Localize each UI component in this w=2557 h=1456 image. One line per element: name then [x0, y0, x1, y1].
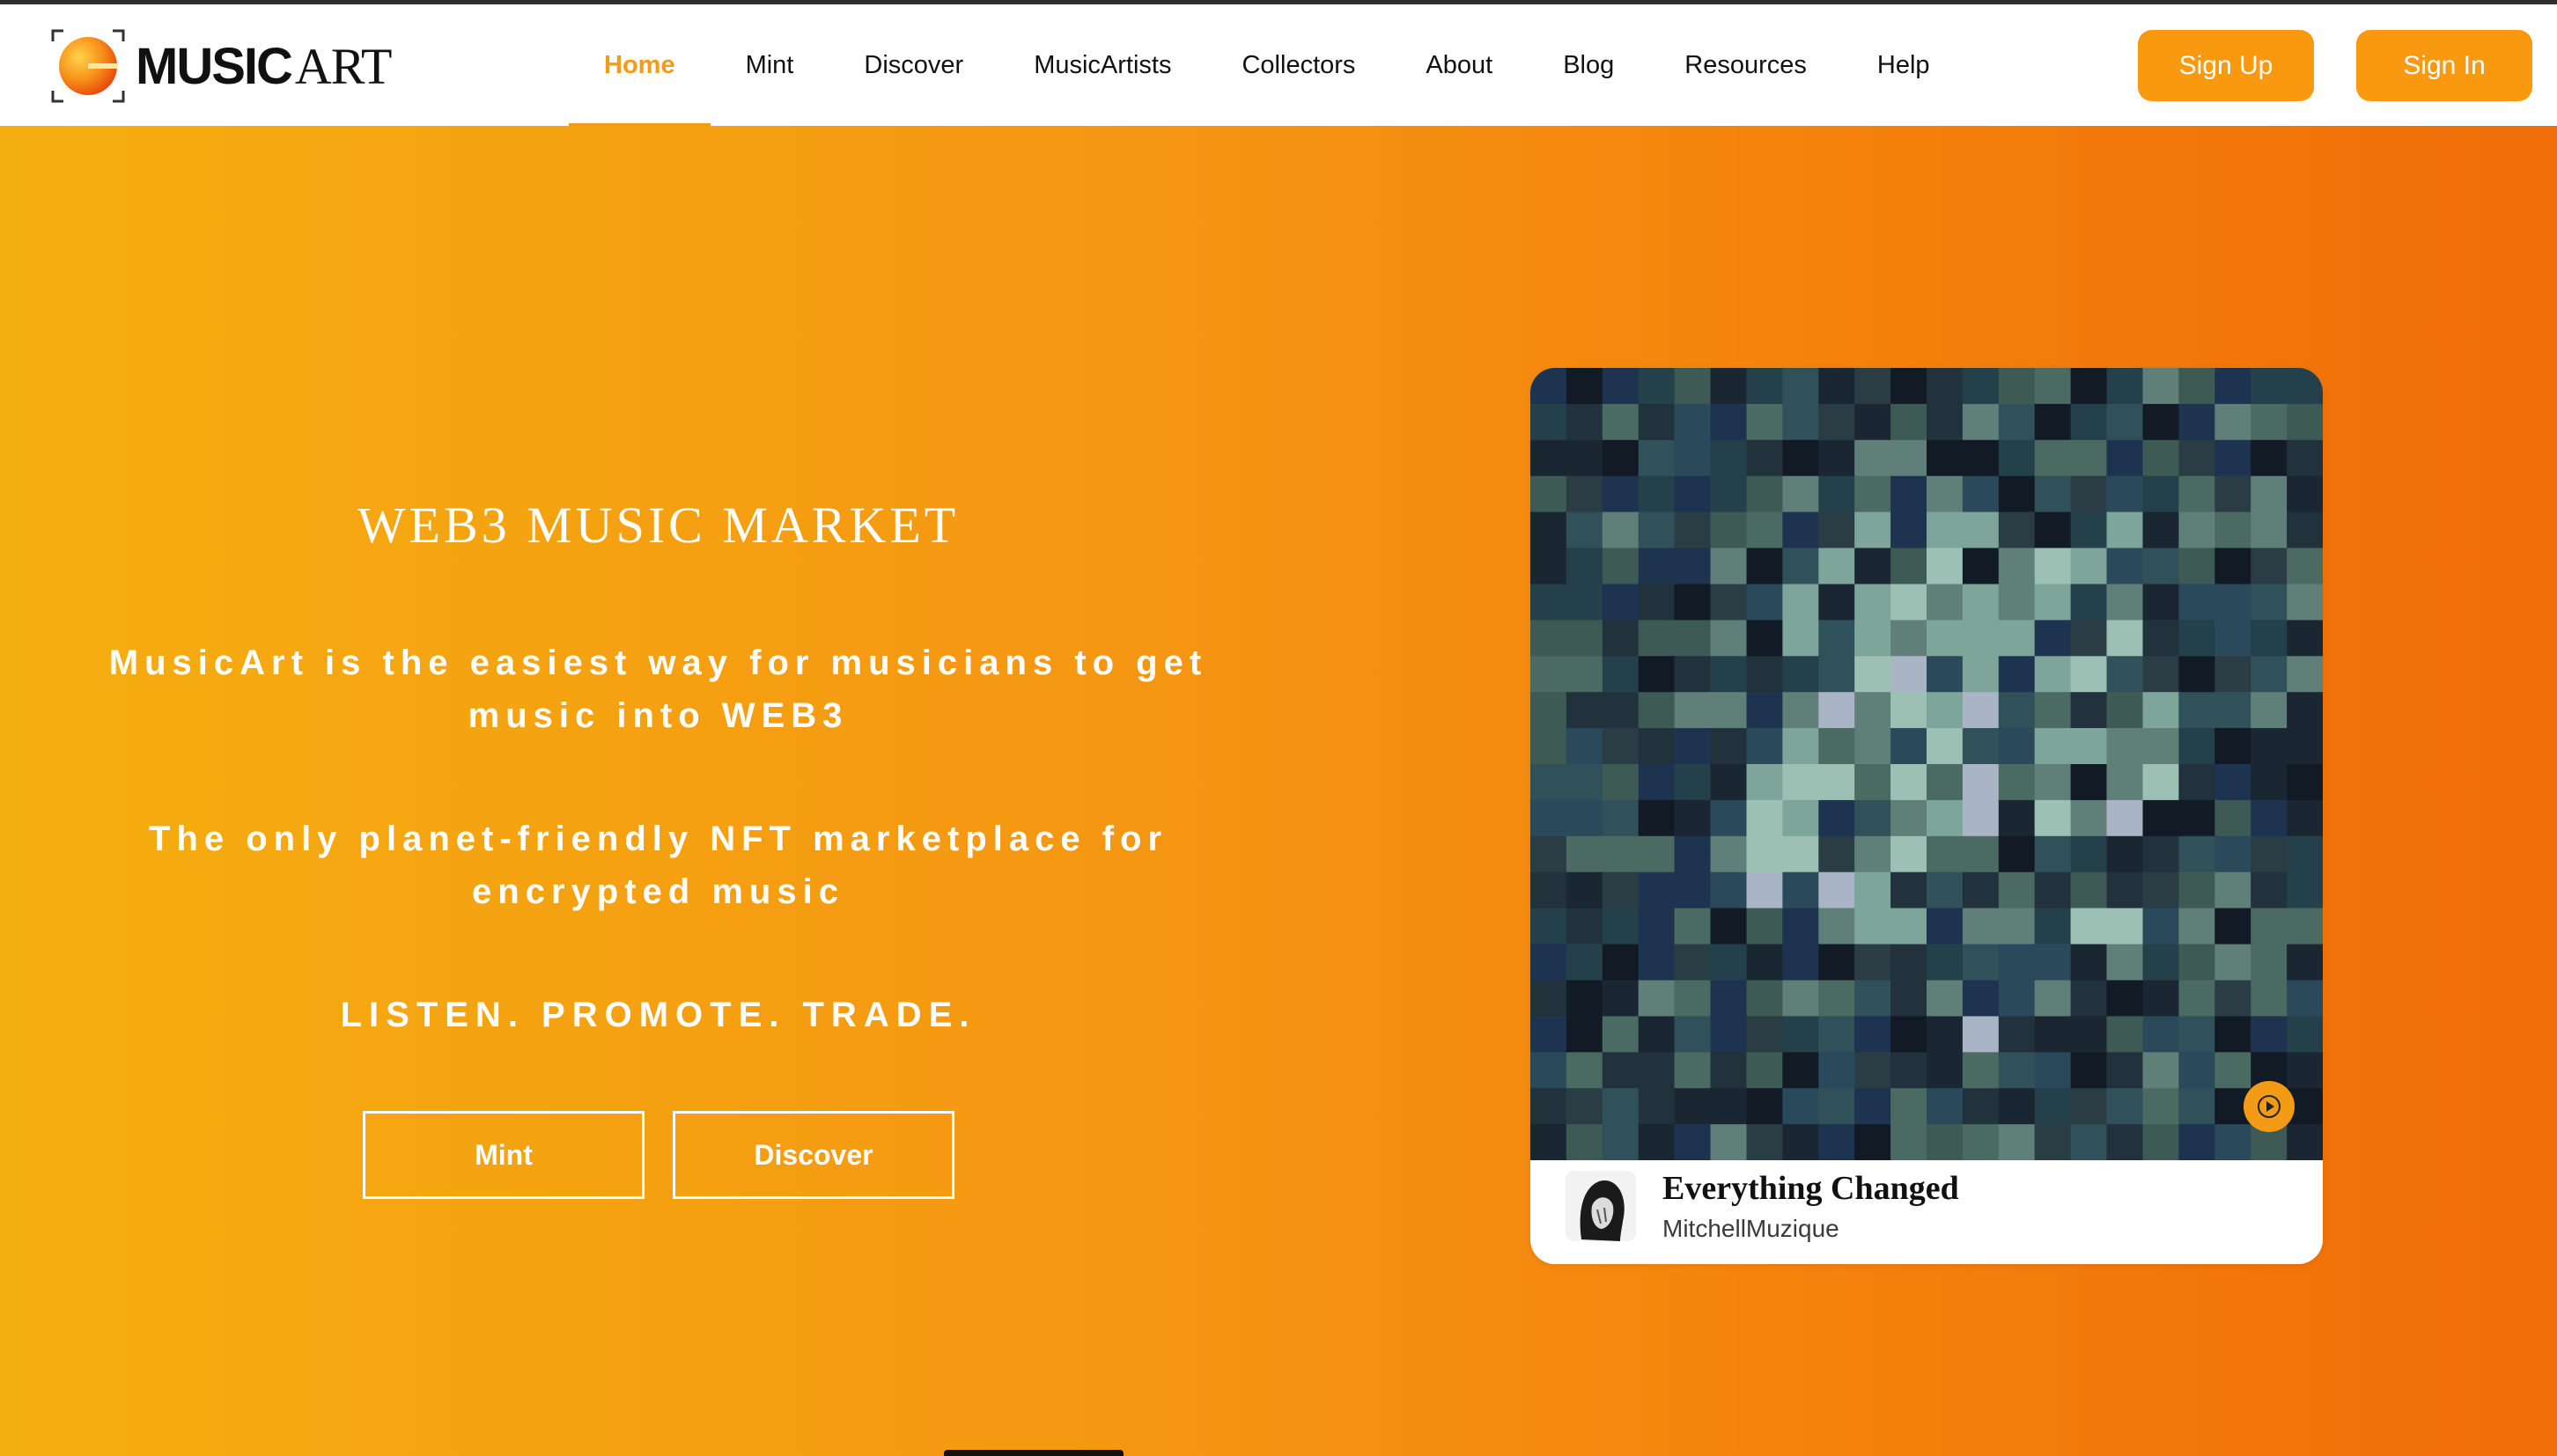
- album-artwork[interactable]: [1530, 368, 2323, 1160]
- track-title[interactable]: Everything Changed: [1662, 1169, 1959, 1208]
- sign-in-button[interactable]: Sign In: [2356, 30, 2532, 101]
- nav-item-collectors[interactable]: Collectors: [1206, 4, 1390, 126]
- scroll-indicator[interactable]: [944, 1450, 1124, 1456]
- nav-item-musicartists[interactable]: MusicArtists: [998, 4, 1206, 126]
- logo-wordmark: MUSIC ART: [136, 37, 393, 96]
- hero-mint-button[interactable]: Mint: [363, 1111, 645, 1199]
- nav-item-home[interactable]: Home: [569, 4, 711, 128]
- artist-avatar[interactable]: [1566, 1171, 1636, 1241]
- logo-text-art: ART: [294, 37, 393, 95]
- play-icon: [2258, 1095, 2281, 1118]
- nav-item-about[interactable]: About: [1390, 4, 1528, 126]
- hero-section: WEB3 MUSIC MARKET MusicArt is the easies…: [0, 126, 2557, 1456]
- site-header: MUSIC ART Home Mint Discover MusicArtist…: [0, 4, 2557, 128]
- featured-track-card[interactable]: Everything Changed MitchellMuzique: [1530, 368, 2323, 1264]
- nav-item-help[interactable]: Help: [1842, 4, 1965, 126]
- hero-lead-2: The only planet-friendly NFT marketplace…: [148, 820, 1168, 911]
- hero-kicker: WEB3 MUSIC MARKET: [357, 496, 960, 554]
- main-nav: Home Mint Discover MusicArtists Collecto…: [569, 4, 1965, 128]
- logo-mark-icon: [51, 29, 125, 103]
- sign-up-button[interactable]: Sign Up: [2138, 30, 2314, 101]
- musicart-logo[interactable]: MUSIC ART: [51, 29, 393, 103]
- nav-item-discover[interactable]: Discover: [829, 4, 998, 126]
- track-info: Everything Changed MitchellMuzique: [1530, 1160, 2323, 1264]
- nav-item-blog[interactable]: Blog: [1528, 4, 1649, 126]
- hero-lead-1: MusicArt is the easiest way for musician…: [108, 643, 1208, 735]
- logo-text-music: MUSIC: [136, 37, 293, 95]
- play-button[interactable]: [2244, 1081, 2295, 1132]
- hero-tagline: LISTEN. PROMOTE. TRADE.: [340, 996, 976, 1034]
- nav-item-mint[interactable]: Mint: [711, 4, 829, 126]
- hero-discover-button[interactable]: Discover: [673, 1111, 954, 1199]
- track-artist[interactable]: MitchellMuzique: [1662, 1215, 1839, 1243]
- nav-item-resources[interactable]: Resources: [1649, 4, 1842, 126]
